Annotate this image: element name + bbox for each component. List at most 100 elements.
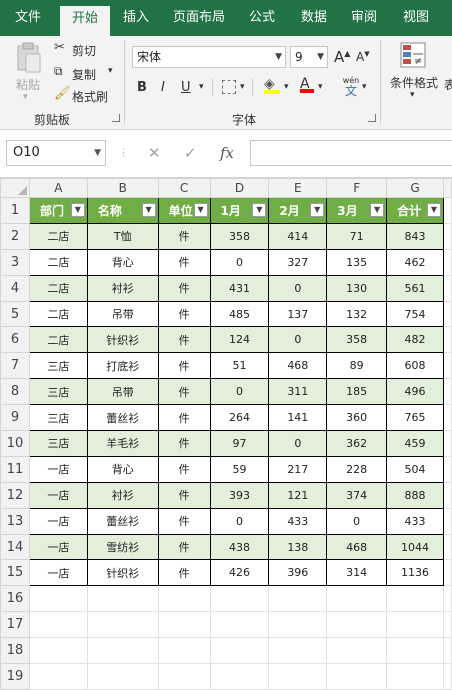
cell-jan[interactable]: 264 — [209, 404, 270, 432]
cell-feb[interactable]: 141 — [268, 404, 328, 432]
header-cell-mar[interactable]: 3月 ▼ — [326, 197, 388, 224]
empty-cell[interactable] — [157, 637, 211, 665]
row-header[interactable]: 6 — [0, 326, 30, 354]
cell-total[interactable]: 843 — [386, 222, 444, 250]
empty-cell[interactable] — [28, 585, 88, 613]
empty-cell[interactable] — [386, 637, 444, 665]
empty-cell[interactable] — [442, 352, 452, 380]
name-box[interactable]: O10 ▼ — [6, 140, 106, 166]
font-color-button[interactable]: A — [300, 76, 314, 93]
empty-cell[interactable] — [442, 507, 452, 535]
cell-dept[interactable]: 三店 — [28, 352, 88, 380]
cell-total[interactable]: 433 — [386, 507, 444, 535]
cell-dept[interactable]: 一店 — [28, 507, 88, 535]
empty-cell[interactable] — [86, 663, 159, 690]
empty-cell[interactable] — [386, 611, 444, 639]
drag-handle-icon[interactable]: ⋮ — [118, 146, 129, 159]
cell-feb[interactable]: 217 — [268, 455, 328, 483]
underline-button[interactable]: U — [181, 80, 191, 95]
empty-cell[interactable] — [268, 611, 328, 639]
cell-name[interactable]: 吊带 — [86, 378, 159, 406]
phonetic-dropdown-icon[interactable]: ▾ — [362, 82, 367, 92]
row-header[interactable]: 18 — [0, 637, 30, 665]
cell-feb[interactable]: 396 — [268, 559, 328, 587]
empty-cell[interactable] — [442, 637, 452, 665]
cell-dept[interactable]: 三店 — [28, 378, 88, 406]
cell-name[interactable]: 针织衫 — [86, 326, 159, 354]
grow-font-button[interactable]: A▲ — [334, 48, 350, 66]
cell-mar[interactable]: 0 — [326, 507, 388, 535]
cell-dept[interactable]: 二店 — [28, 274, 88, 302]
row-header[interactable]: 7 — [0, 352, 30, 380]
cell-unit[interactable]: 件 — [157, 430, 211, 457]
empty-cell[interactable] — [442, 455, 452, 483]
cell-jan[interactable]: 0 — [209, 248, 270, 276]
empty-cell[interactable] — [326, 663, 388, 690]
cell-unit[interactable]: 件 — [157, 404, 211, 432]
cell-feb[interactable]: 414 — [268, 222, 328, 250]
row-header[interactable]: 12 — [0, 481, 30, 509]
cell-dept[interactable]: 二店 — [28, 222, 88, 250]
tab-home[interactable]: 开始 — [60, 6, 110, 36]
empty-cell[interactable] — [209, 637, 270, 665]
cell-jan[interactable]: 0 — [209, 378, 270, 406]
tab-insert[interactable]: 插入 — [116, 4, 156, 36]
cell-unit[interactable]: 件 — [157, 533, 211, 561]
empty-cell[interactable] — [442, 378, 452, 406]
empty-cell[interactable] — [442, 274, 452, 302]
tab-view[interactable]: 视图 — [396, 4, 436, 36]
filter-dropdown-icon[interactable]: ▼ — [370, 203, 385, 217]
empty-cell[interactable] — [442, 559, 452, 587]
cell-name[interactable]: 雪纺衫 — [86, 533, 159, 561]
cell-name[interactable]: 背心 — [86, 455, 159, 483]
phonetic-button[interactable]: wén 文 — [338, 76, 364, 98]
border-icon[interactable] — [222, 80, 236, 94]
font-size-combo[interactable]: 9 ▼ — [290, 46, 328, 68]
row-header[interactable]: 14 — [0, 533, 30, 561]
fill-dropdown-icon[interactable]: ▾ — [284, 82, 289, 92]
cell-dept[interactable]: 二店 — [28, 326, 88, 354]
cell-name[interactable]: 衬衫 — [86, 481, 159, 509]
row-header[interactable]: 15 — [0, 559, 30, 587]
row-header[interactable]: 4 — [0, 274, 30, 302]
column-header[interactable]: B — [86, 178, 159, 198]
cell-total[interactable]: 888 — [386, 481, 444, 509]
empty-cell[interactable] — [268, 585, 328, 613]
cell-total[interactable]: 462 — [386, 248, 444, 276]
empty-cell[interactable] — [268, 663, 328, 690]
cell-mar[interactable]: 71 — [326, 222, 388, 250]
filter-dropdown-icon[interactable]: ▼ — [70, 203, 85, 217]
empty-cell[interactable] — [442, 663, 452, 690]
cell-feb[interactable]: 327 — [268, 248, 328, 276]
row-header[interactable]: 11 — [0, 455, 30, 483]
tab-formulas[interactable]: 公式 — [242, 4, 282, 36]
empty-cell[interactable] — [442, 300, 452, 328]
italic-button[interactable]: I — [161, 80, 165, 95]
enter-icon[interactable]: ✓ — [184, 144, 197, 162]
cell-jan[interactable]: 438 — [209, 533, 270, 561]
cell-jan[interactable]: 358 — [209, 222, 270, 250]
cell-unit[interactable]: 件 — [157, 248, 211, 276]
row-header[interactable]: 5 — [0, 300, 30, 328]
cell-total[interactable]: 482 — [386, 326, 444, 354]
empty-cell[interactable] — [326, 611, 388, 639]
clipboard-launcher-icon[interactable] — [112, 114, 120, 122]
cell-mar[interactable]: 314 — [326, 559, 388, 587]
header-cell-name[interactable]: 名称 ▼ — [86, 197, 159, 224]
row-header[interactable]: 2 — [0, 222, 30, 250]
row-header[interactable]: 1 — [0, 197, 30, 224]
empty-cell[interactable] — [157, 663, 211, 690]
empty-cell[interactable] — [442, 248, 452, 276]
empty-cell[interactable] — [326, 637, 388, 665]
cell-mar[interactable]: 185 — [326, 378, 388, 406]
cell-total[interactable]: 496 — [386, 378, 444, 406]
empty-cell[interactable] — [442, 430, 452, 457]
conditional-format-button[interactable]: 条件格式 — [390, 74, 438, 91]
cell-total[interactable]: 608 — [386, 352, 444, 380]
border-dropdown-icon[interactable]: ▾ — [240, 82, 245, 92]
empty-cell[interactable] — [386, 585, 444, 613]
cancel-icon[interactable]: ✕ — [148, 144, 161, 162]
cell-name[interactable]: 吊带 — [86, 300, 159, 328]
filter-dropdown-icon[interactable]: ▼ — [426, 203, 441, 217]
empty-cell[interactable] — [442, 481, 452, 509]
